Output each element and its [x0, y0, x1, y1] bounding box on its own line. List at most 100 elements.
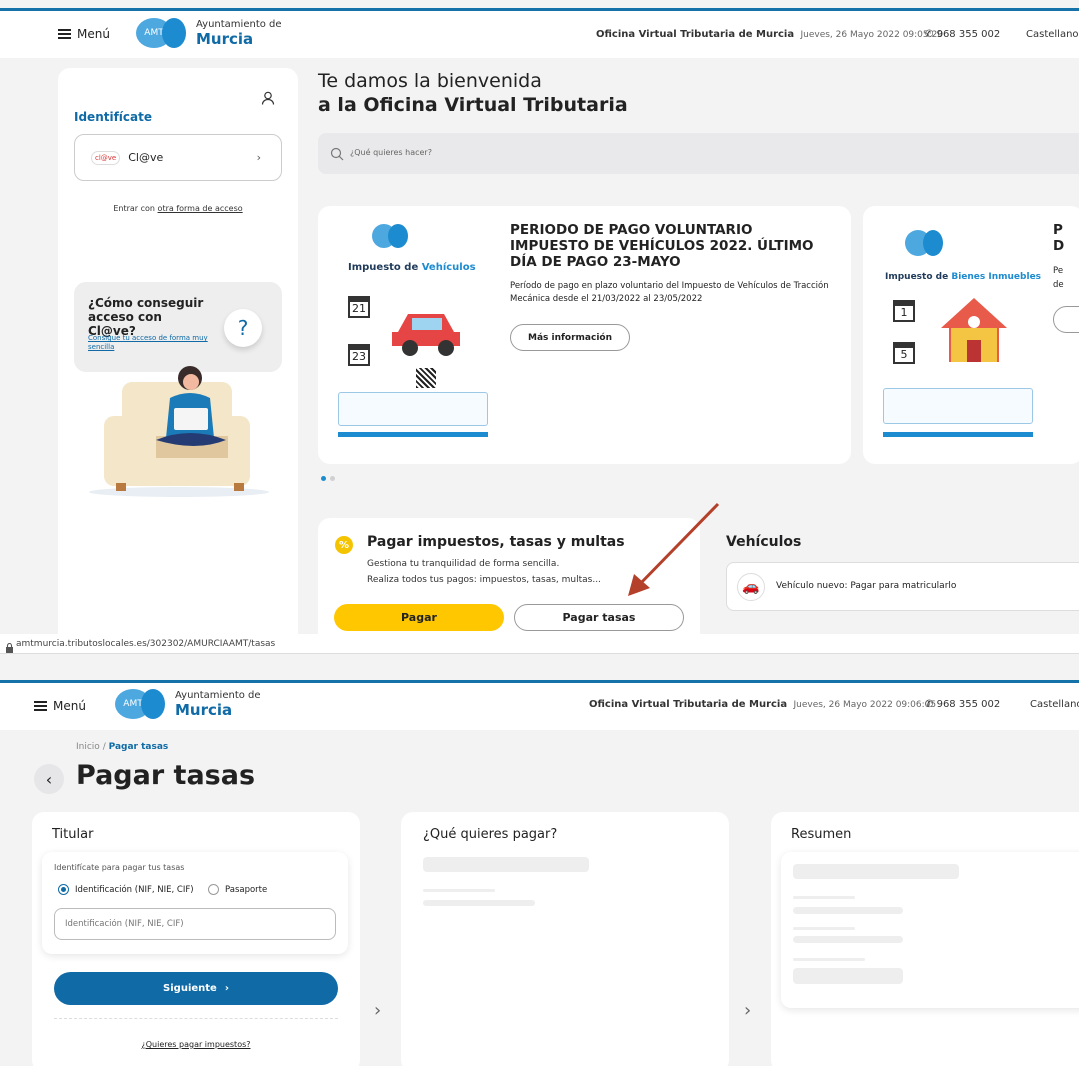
skeleton	[793, 896, 855, 899]
chevron-right-icon: ›	[224, 983, 229, 994]
menu-button-2[interactable]: Menú	[34, 699, 86, 713]
banner2-image-strip	[883, 388, 1033, 424]
user-icon[interactable]	[261, 90, 275, 105]
office-name-2: Oficina Virtual Tributaria de Murcia	[589, 699, 788, 710]
datetime: Jueves, 26 Mayo 2022 09:05:20	[800, 30, 944, 40]
phone-number: 968 355 002	[936, 29, 1001, 40]
logo-line2: Murcia	[196, 29, 254, 48]
logo-line2-2: Murcia	[175, 700, 233, 719]
hamburger-icon	[34, 701, 47, 711]
what-panel: ¿Qué quieres pagar?	[401, 812, 729, 1066]
menu-label-2: Menú	[53, 699, 86, 713]
alt-access-link[interactable]: otra forma de acceso	[158, 204, 243, 213]
logo-2[interactable]: AMT Ayuntamiento de Murcia	[115, 689, 261, 719]
language-selector[interactable]: Castellano	[1026, 29, 1079, 40]
id-input[interactable]	[54, 908, 336, 940]
phone-2[interactable]: ✆ 968 355 002	[925, 699, 1000, 710]
pay-text1: Gestiona tu tranquilidad de forma sencil…	[367, 559, 560, 569]
skeleton	[423, 889, 495, 892]
banner2-image-title: Impuesto de Bienes Inmuebles	[885, 272, 1042, 282]
clave-logo: cl@ve	[91, 150, 121, 165]
clave-label: Cl@ve	[128, 151, 164, 164]
titular-title: Titular	[52, 827, 94, 842]
logo[interactable]: AMT Ayuntamiento de Murcia	[136, 18, 282, 48]
vehicles-title: Vehículos	[726, 534, 802, 550]
vehicle-item[interactable]: 🚗 Vehículo nuevo: Pagar para matricularl…	[726, 562, 1079, 611]
logo-circle	[162, 18, 186, 48]
skeleton	[793, 968, 903, 984]
person-illustration	[86, 358, 272, 498]
hamburger-icon	[58, 29, 71, 39]
chevron-right-icon: ›	[374, 1000, 382, 1021]
top-navbar: Menú AMT Ayuntamiento de Murcia Oficina V…	[0, 8, 1079, 58]
phone[interactable]: ✆ 968 355 002	[925, 29, 1000, 40]
login-sidebar: Identifícate cl@ve Cl@ve › Entrar con ot…	[58, 68, 298, 634]
radio-id[interactable]: Identificación (NIF, NIE, CIF)	[58, 884, 194, 895]
id-box: Identifícate para pagar tus tasas Identi…	[42, 852, 348, 954]
datetime-2: Jueves, 26 Mayo 2022 09:06:05	[793, 700, 937, 710]
id-hint: Identifícate para pagar tus tasas	[54, 863, 185, 872]
house-icon	[939, 296, 1009, 368]
url-text: amtmurcia.tributoslocales.es/302302/AMUR…	[16, 639, 276, 649]
banner-title: PERIODO DE PAGO VOLUNTARIO IMPUESTO DE V…	[510, 222, 814, 270]
skeleton	[793, 927, 855, 930]
red-arrow-annotation	[624, 500, 724, 604]
radio-passport-label: Pasaporte	[225, 884, 268, 895]
help-link[interactable]: Consigue tu acceso de forma muy sencilla	[88, 334, 218, 352]
welcome-line1: Te damos la bienvenida	[318, 70, 542, 92]
search-placeholder: ¿Qué quieres hacer?	[350, 148, 432, 157]
summary-title: Resumen	[791, 827, 852, 842]
phone-icon: ✆	[925, 29, 934, 40]
radio-empty-icon	[208, 884, 219, 895]
chevron-right-icon: ›	[256, 151, 261, 164]
office-info-2: Oficina Virtual Tributaria de Murcia Jue…	[589, 699, 936, 710]
banner2-button[interactable]	[1053, 306, 1079, 333]
pay-taxes-link[interactable]: ¿Quieres pagar impuestos?	[32, 1040, 360, 1049]
phone-icon: ✆	[925, 699, 934, 710]
logo-line1: Ayuntamiento de	[196, 18, 282, 30]
summary-panel: Resumen	[771, 812, 1079, 1066]
calendar-23: 23	[348, 344, 370, 366]
banner-card: Impuesto de Vehículos 21 23 PERIODO DE P…	[318, 206, 851, 464]
phone-number-2: 968 355 002	[936, 699, 1001, 710]
search-bar[interactable]: ¿Qué quieres hacer?	[318, 133, 1079, 174]
tax-icon: %	[335, 536, 353, 554]
skeleton	[423, 857, 589, 872]
car-icon	[390, 304, 466, 362]
titular-panel: Titular Identifícate para pagar tus tasa…	[32, 812, 360, 1066]
carousel-dots[interactable]	[321, 476, 335, 481]
calendar-1: 1	[893, 300, 915, 322]
calendar-5: 5	[893, 342, 915, 364]
pay-tasas-button[interactable]: Pagar tasas	[514, 604, 684, 631]
banner2-title: P D	[1053, 222, 1065, 254]
radio-selected-icon	[58, 884, 69, 895]
radio-passport[interactable]: Pasaporte	[208, 884, 267, 895]
next-button[interactable]: Siguiente ›	[54, 972, 338, 1005]
menu-button[interactable]: Menú	[58, 27, 110, 41]
radio-id-label: Identificación (NIF, NIE, CIF)	[75, 884, 194, 895]
skeleton	[423, 900, 535, 906]
banner-card-2: Impuesto de Bienes Inmuebles 1 5 P D Pe …	[863, 206, 1079, 464]
browser-url-bar[interactable]: amtmurcia.tributoslocales.es/302302/AMUR…	[0, 634, 1079, 654]
more-info-button[interactable]: Más información	[510, 324, 630, 351]
back-button[interactable]: ‹	[34, 764, 64, 794]
question-icon[interactable]: ?	[224, 309, 262, 347]
skeleton	[793, 864, 959, 879]
lock-icon	[6, 638, 13, 653]
breadcrumb-current: Pagar tasas	[108, 742, 169, 752]
alt-access-prefix: Entrar con	[113, 204, 158, 213]
logo-circle	[141, 689, 165, 719]
language-selector-2[interactable]: Castellano	[1030, 699, 1079, 710]
what-title: ¿Qué quieres pagar?	[423, 827, 558, 842]
clave-button[interactable]: cl@ve Cl@ve ›	[74, 134, 282, 181]
banner-image-title: Impuesto de Vehículos	[348, 262, 476, 273]
banner2-image: Impuesto de Bienes Inmuebles 1 5	[883, 220, 1043, 450]
pay-button[interactable]: Pagar	[334, 604, 504, 631]
welcome-line2: a la Oficina Virtual Tributaria	[318, 94, 628, 116]
vehicle-item-label: Vehículo nuevo: Pagar para matricularlo	[776, 581, 957, 591]
banner-image-strip	[338, 392, 488, 426]
page-title: Pagar tasas	[76, 760, 256, 791]
breadcrumb-home[interactable]: Inicio	[76, 742, 100, 752]
breadcrumb: Inicio / Pagar tasas	[76, 742, 169, 752]
bottom-navbar: Menú AMT Ayuntamiento de Murcia Oficina V…	[0, 680, 1079, 730]
